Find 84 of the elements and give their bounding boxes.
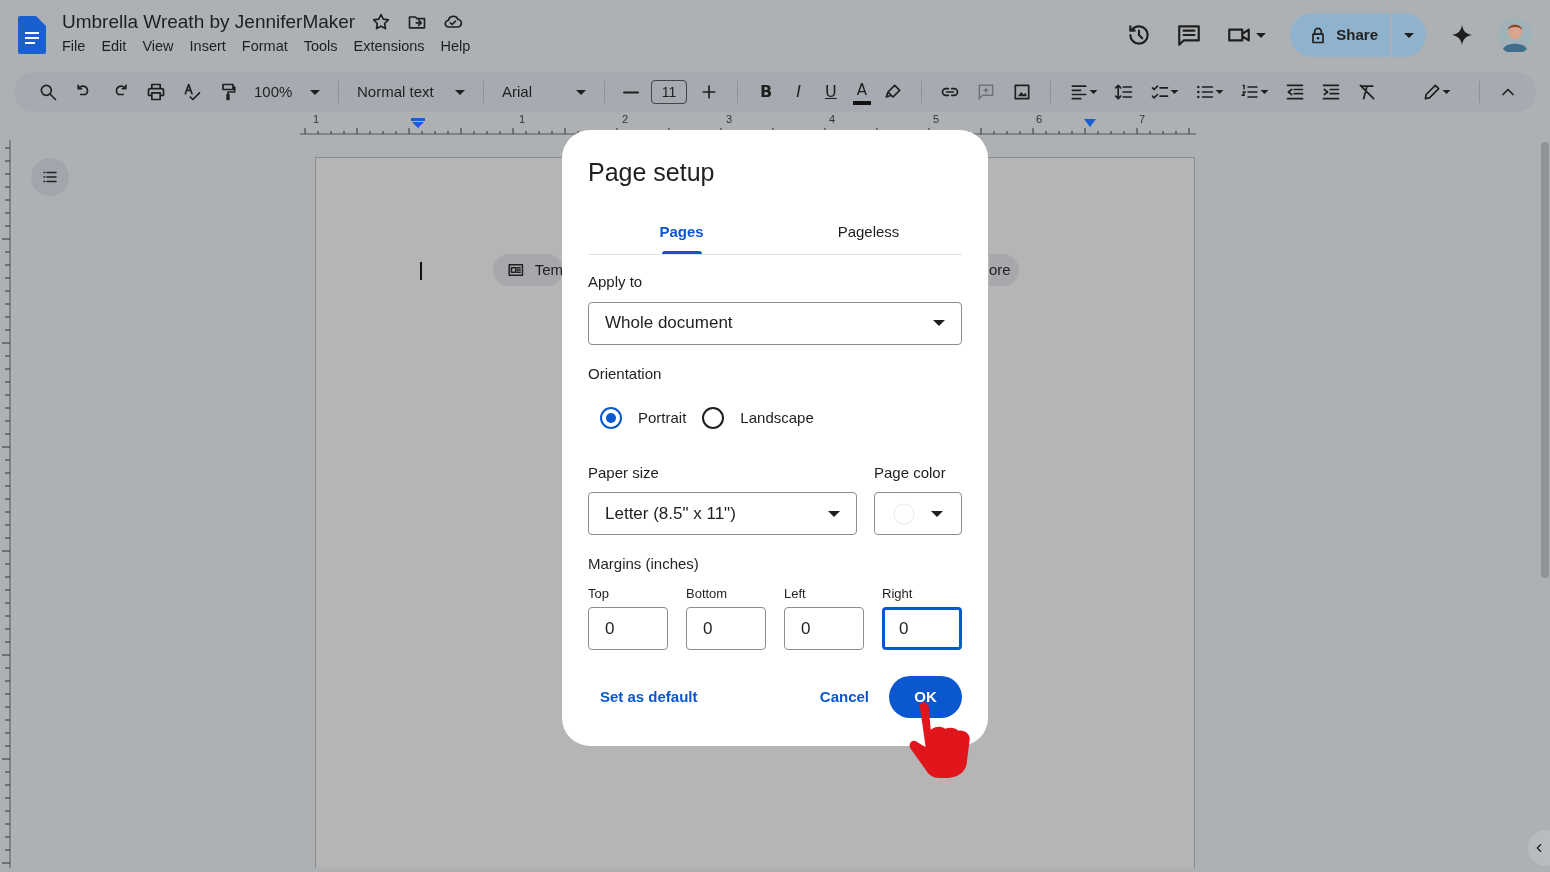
indent-marker-icon[interactable] <box>1084 119 1096 127</box>
style-dropdown[interactable]: Normal text <box>353 77 469 107</box>
caret-icon <box>1214 90 1224 94</box>
comments-button[interactable] <box>1176 22 1203 48</box>
caret-icon <box>1442 90 1451 94</box>
share-button[interactable]: Share <box>1290 13 1390 57</box>
caret-icon <box>828 510 840 517</box>
caret-icon <box>1169 90 1179 94</box>
search-icon <box>38 82 58 102</box>
ruler-number: 4 <box>829 114 836 125</box>
avatar[interactable] <box>1498 18 1532 52</box>
comment-icon <box>1176 22 1203 48</box>
print-icon <box>146 82 166 102</box>
cancel-button[interactable]: Cancel <box>807 679 881 715</box>
ruler-number: 3 <box>726 114 733 125</box>
underline-button[interactable]: U <box>816 77 845 107</box>
menu-item[interactable]: Format <box>235 34 294 60</box>
ruler-number: 7 <box>1139 114 1146 125</box>
more-chip[interactable]: ore <box>989 254 1019 286</box>
dialog-tab[interactable]: Pages <box>588 210 775 254</box>
menu-item[interactable]: File <box>56 34 92 60</box>
margin-field[interactable]: 0 <box>686 607 766 650</box>
spellcheck-icon <box>182 82 202 102</box>
zoom-dropdown[interactable]: 100% <box>250 77 324 107</box>
docs-logo-icon[interactable] <box>18 16 46 54</box>
side-panel-toggle-button[interactable] <box>1528 830 1550 866</box>
field-label: Page color <box>874 462 947 483</box>
paper-size-dropdown[interactable]: Letter (8.5" x 11") <box>588 492 857 535</box>
menu-item[interactable]: Insert <box>183 34 232 60</box>
margin-label: Right <box>882 584 914 603</box>
menu-item[interactable]: Tools <box>297 34 344 60</box>
ruler-number: 2 <box>622 114 629 125</box>
radio-option[interactable]: Portrait <box>600 407 687 430</box>
bold-button[interactable]: B <box>752 77 781 107</box>
dialog-title: Page setup <box>588 157 716 188</box>
increase-indent-icon <box>1320 82 1341 102</box>
margin-label: Top <box>588 584 610 603</box>
radio-option[interactable]: Landscape <box>702 407 814 430</box>
dialog-tab[interactable]: Pageless <box>775 210 962 254</box>
ruler-number: 1 <box>313 114 320 125</box>
page-color-dropdown[interactable] <box>874 492 962 535</box>
margin-field[interactable]: 0 <box>882 607 962 650</box>
indent-marker-icon[interactable] <box>411 118 425 128</box>
ruler-number: 6 <box>1036 114 1043 125</box>
apply-to-dropdown[interactable]: Whole document <box>588 301 962 345</box>
menu-item[interactable]: View <box>136 34 180 60</box>
ruler-number: 5 <box>933 114 940 125</box>
line-spacing-icon <box>1113 82 1134 102</box>
caret-icon <box>576 89 586 95</box>
editing-mode-icon <box>1422 82 1442 102</box>
field-label: Paper size <box>588 462 660 483</box>
margin-field[interactable]: 0 <box>588 607 668 650</box>
ok-button[interactable]: OK <box>889 676 962 718</box>
menu-item[interactable]: Edit <box>95 34 133 60</box>
ruler-number: 1 <box>519 114 526 125</box>
caret-icon <box>931 510 943 517</box>
font-dropdown[interactable]: Arial <box>498 77 590 107</box>
caret-icon <box>310 89 320 95</box>
margin-field[interactable]: 0 <box>784 607 864 650</box>
document-title[interactable]: Umbrella Wreath by JenniferMaker <box>62 10 356 35</box>
decrease-size-icon <box>623 90 639 94</box>
menu-item[interactable]: Extensions <box>347 34 431 60</box>
caret-icon <box>1256 32 1267 38</box>
margin-label: Bottom <box>686 584 729 603</box>
caret-icon <box>1259 90 1269 94</box>
scrollbar[interactable] <box>1541 142 1549 578</box>
text-cursor <box>420 262 422 280</box>
outline-button[interactable] <box>31 158 69 196</box>
text-color-button[interactable]: A <box>852 79 871 105</box>
field-label: Apply to <box>588 272 644 292</box>
margin-label: Left <box>784 584 807 603</box>
caret-icon <box>933 320 945 326</box>
italic-button[interactable]: I <box>788 77 809 107</box>
field-label: Orientation <box>588 363 663 384</box>
field-label: Margins (inches) <box>588 554 700 574</box>
decrease-indent-icon <box>1284 82 1305 102</box>
set-default-link[interactable]: Set as default <box>588 679 710 715</box>
menu-item[interactable]: Help <box>434 34 477 60</box>
caret-icon <box>1088 90 1098 94</box>
font-size-field[interactable]: 11 <box>651 80 687 104</box>
caret-icon <box>1404 33 1414 39</box>
checklist-icon <box>1149 82 1170 102</box>
caret-icon <box>455 89 465 95</box>
template-chip[interactable]: Tem <box>493 254 563 286</box>
